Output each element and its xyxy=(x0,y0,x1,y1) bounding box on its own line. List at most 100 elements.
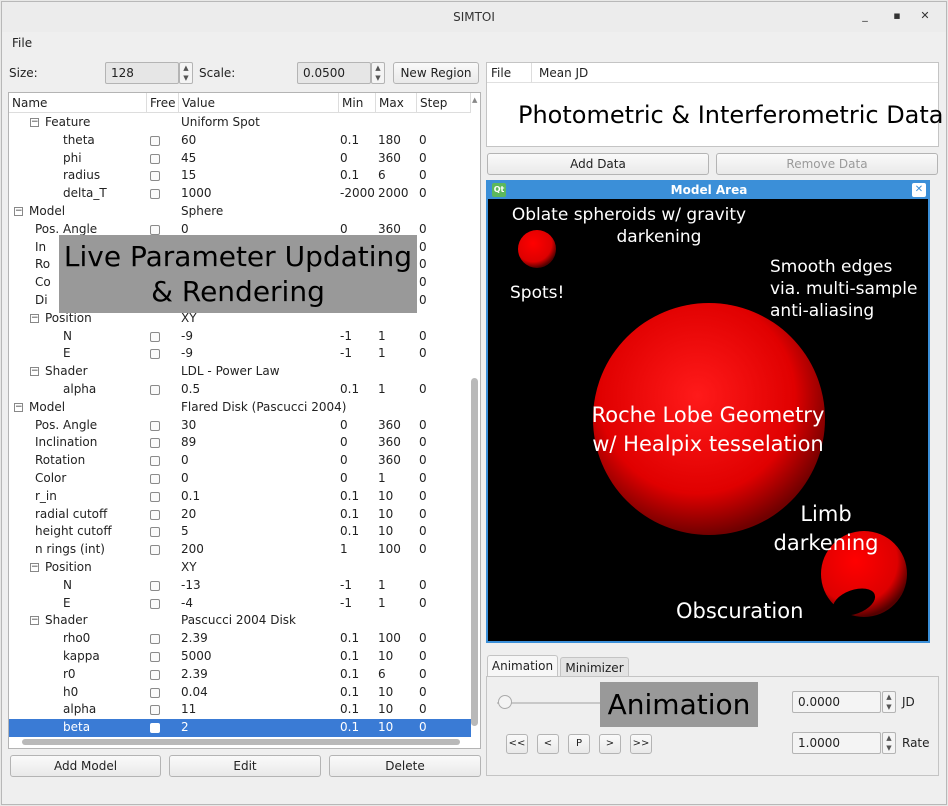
col-value[interactable]: Value xyxy=(179,93,339,113)
param-value[interactable]: 30 xyxy=(181,417,196,435)
tree-vertical-scrollbar[interactable]: ▲ xyxy=(470,96,480,736)
param-value[interactable]: -13 xyxy=(181,577,201,595)
edit-button[interactable]: Edit xyxy=(169,755,321,777)
free-checkbox[interactable] xyxy=(150,598,160,609)
tree-row[interactable]: − Shader Pascucci 2004 Disk xyxy=(9,612,471,630)
size-input[interactable]: 128 xyxy=(105,62,179,84)
tree-row[interactable]: n rings (int) 200 1 100 0 xyxy=(9,541,471,559)
tree-horizontal-scrollbar[interactable] xyxy=(10,737,468,747)
minimize-icon[interactable]: _ xyxy=(858,9,872,23)
tree-row[interactable]: Color 0 0 1 0 xyxy=(9,470,471,488)
tree-row[interactable]: radius 15 0.1 6 0 xyxy=(9,167,471,185)
param-value[interactable]: 0.1 xyxy=(181,488,200,506)
data-table[interactable]: File Mean JD Photometric & Interferometr… xyxy=(486,62,944,147)
delete-button[interactable]: Delete xyxy=(329,755,481,777)
free-checkbox[interactable] xyxy=(150,135,160,146)
free-checkbox[interactable] xyxy=(150,331,160,342)
free-checkbox[interactable] xyxy=(150,349,160,360)
param-value[interactable]: 200 xyxy=(181,541,204,559)
free-checkbox[interactable] xyxy=(150,385,160,395)
tree-row[interactable]: alpha 0.5 0.1 1 0 xyxy=(9,381,471,399)
tree-row[interactable]: Pos. Angle 30 0 360 0 xyxy=(9,417,471,435)
tree-scroll-thumb[interactable] xyxy=(471,378,478,726)
tree-row[interactable]: phi 45 0 360 0 xyxy=(9,150,471,168)
tree-row[interactable]: E -4 -1 1 0 xyxy=(9,595,471,613)
tree-row[interactable]: − Shader LDL - Power Law xyxy=(9,363,471,381)
tree-row[interactable]: N -9 -1 1 0 xyxy=(9,328,471,346)
param-value[interactable]: 0 xyxy=(181,452,189,470)
add-model-button[interactable]: Add Model xyxy=(10,755,161,777)
param-value[interactable]: 0 xyxy=(181,470,189,488)
param-value[interactable]: 11 xyxy=(181,701,196,719)
model-close-icon[interactable]: ✕ xyxy=(912,183,926,197)
free-checkbox[interactable] xyxy=(150,438,160,449)
tree-row[interactable]: alpha 11 0.1 10 0 xyxy=(9,701,471,719)
tree-row[interactable]: Inclination 89 0 360 0 xyxy=(9,434,471,452)
play-button[interactable]: P xyxy=(568,734,590,754)
param-value[interactable]: LDL - Power Law xyxy=(181,363,280,381)
param-value[interactable]: 2.39 xyxy=(181,666,208,684)
close-icon[interactable]: ✕ xyxy=(918,9,932,23)
add-data-button[interactable]: Add Data xyxy=(487,153,709,175)
collapse-toggle-icon[interactable]: − xyxy=(14,402,23,412)
tree-row[interactable]: height cutoff 5 0.1 10 0 xyxy=(9,523,471,541)
param-value[interactable]: 45 xyxy=(181,150,196,168)
remove-data-button[interactable]: Remove Data xyxy=(716,153,938,175)
step-back-button[interactable]: < xyxy=(537,734,559,754)
tree-row[interactable]: delta_T 1000 -2000 2000 0 xyxy=(9,185,471,203)
forward-fast-button[interactable]: >> xyxy=(630,734,652,754)
model-area-titlebar[interactable]: Qt Model Area ✕ xyxy=(488,181,930,199)
col-step[interactable]: Step xyxy=(417,93,471,113)
collapse-toggle-icon[interactable]: − xyxy=(30,616,39,626)
tree-row[interactable]: rho0 2.39 0.1 100 0 xyxy=(9,630,471,648)
free-checkbox[interactable] xyxy=(150,669,160,680)
tree-row[interactable]: N -13 -1 1 0 xyxy=(9,577,471,595)
size-stepper[interactable]: ▲ ▼ xyxy=(179,62,193,84)
tree-row[interactable]: − Position XY xyxy=(9,559,471,577)
rate-input[interactable]: 1.0000 xyxy=(792,732,881,754)
col-free[interactable]: Free xyxy=(147,93,179,113)
free-checkbox[interactable] xyxy=(150,545,160,556)
collapse-toggle-icon[interactable]: − xyxy=(30,367,39,377)
tree-row[interactable]: theta 60 0.1 180 0 xyxy=(9,132,471,150)
tree-row[interactable]: radial cutoff 20 0.1 10 0 xyxy=(9,506,471,524)
tree-hscroll-thumb[interactable] xyxy=(22,739,460,745)
param-value[interactable]: -9 xyxy=(181,345,193,363)
param-value[interactable]: -4 xyxy=(181,595,193,613)
tree-row[interactable]: − Model Flared Disk (Pascucci 2004) xyxy=(9,399,471,417)
free-checkbox[interactable] xyxy=(150,509,160,520)
jd-input[interactable]: 0.0000 xyxy=(792,691,881,713)
tab-animation[interactable]: Animation xyxy=(487,655,558,677)
tree-row[interactable]: r_in 0.1 0.1 10 0 xyxy=(9,488,471,506)
param-value[interactable]: 15 xyxy=(181,167,196,185)
param-value[interactable]: 89 xyxy=(181,434,196,452)
free-checkbox[interactable] xyxy=(150,474,160,484)
col-file[interactable]: File xyxy=(491,66,511,80)
free-checkbox[interactable] xyxy=(150,687,160,698)
scale-input[interactable]: 0.0500 xyxy=(297,62,371,84)
param-value[interactable]: -9 xyxy=(181,328,193,346)
collapse-toggle-icon[interactable]: − xyxy=(30,313,39,323)
free-checkbox[interactable] xyxy=(150,652,160,662)
menu-file[interactable]: File xyxy=(12,36,32,50)
param-value[interactable]: Flared Disk (Pascucci 2004) xyxy=(181,399,346,417)
tree-row[interactable]: r0 2.39 0.1 6 0 xyxy=(9,666,471,684)
model-area-canvas[interactable]: Oblate spheroids w/ gravity darkening Sp… xyxy=(486,180,930,643)
step-forward-button[interactable]: > xyxy=(599,734,621,754)
param-value[interactable]: 0.5 xyxy=(181,381,200,399)
tree-row[interactable]: kappa 5000 0.1 10 0 xyxy=(9,648,471,666)
param-value[interactable]: 2.39 xyxy=(181,630,208,648)
free-checkbox[interactable] xyxy=(150,723,160,734)
tree-row[interactable]: E -9 -1 1 0 xyxy=(9,345,471,363)
param-value[interactable]: 5000 xyxy=(181,648,212,666)
free-checkbox[interactable] xyxy=(150,153,160,164)
col-min[interactable]: Min xyxy=(339,93,376,113)
free-checkbox[interactable] xyxy=(150,171,160,182)
param-value[interactable]: Uniform Spot xyxy=(181,114,260,132)
param-value[interactable]: 1000 xyxy=(181,185,212,203)
free-checkbox[interactable] xyxy=(150,224,160,235)
animation-slider-handle[interactable] xyxy=(498,695,512,709)
scale-stepper[interactable]: ▲ ▼ xyxy=(371,62,385,84)
param-value[interactable]: 20 xyxy=(181,506,196,524)
collapse-toggle-icon[interactable]: − xyxy=(30,118,39,127)
